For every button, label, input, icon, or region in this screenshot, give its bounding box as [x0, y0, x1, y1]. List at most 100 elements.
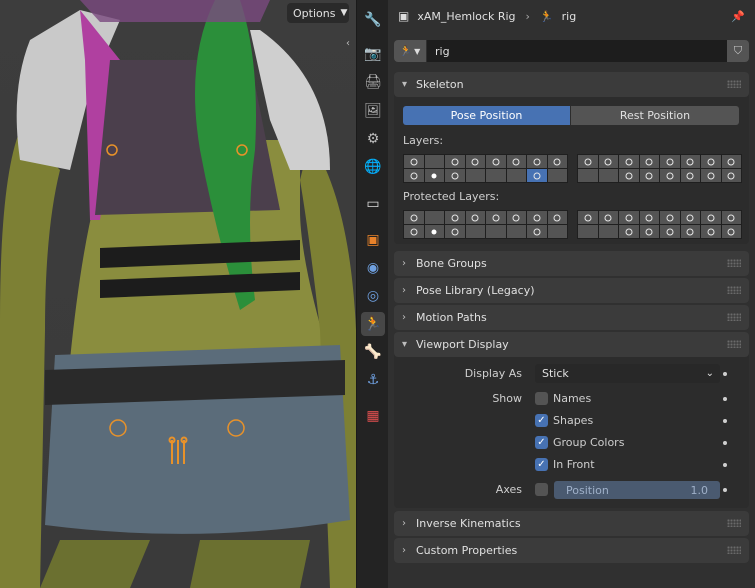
skeleton-panel-header[interactable]: ▾ Skeleton — [394, 72, 749, 97]
layer-cell[interactable] — [547, 225, 567, 238]
layer-cell[interactable] — [660, 169, 680, 182]
texture-tab-icon[interactable]: ▦ — [361, 404, 385, 428]
layer-cell[interactable] — [445, 225, 465, 238]
modifier-tab-icon[interactable]: ◉ — [361, 256, 385, 280]
object-tab-icon[interactable]: ▣ — [361, 228, 385, 252]
layer-cell[interactable] — [486, 169, 506, 182]
chevron-left-icon[interactable]: ‹ — [346, 38, 350, 49]
layer-cell[interactable] — [506, 225, 526, 238]
layer-cell[interactable] — [547, 169, 567, 182]
pin-icon[interactable]: 📌 — [731, 10, 745, 23]
fake-user-shield-icon[interactable]: ⛉ — [727, 40, 749, 62]
layer-cell[interactable] — [547, 155, 567, 168]
pose-library-panel-header[interactable]: › Pose Library (Legacy) — [394, 278, 749, 303]
layer-cell[interactable] — [598, 155, 618, 168]
layer-cell[interactable] — [598, 211, 618, 224]
layer-cell[interactable] — [445, 155, 465, 168]
output-tab-icon[interactable]: 🖨 — [361, 70, 385, 94]
layer-cell[interactable] — [506, 155, 526, 168]
armature-data-tab-icon[interactable]: 🏃 — [361, 312, 385, 336]
layer-cell[interactable] — [680, 155, 700, 168]
layer-cell[interactable] — [465, 169, 485, 182]
options-dropdown[interactable]: Options ▼ — [287, 3, 349, 23]
layer-cell[interactable] — [486, 225, 506, 238]
layer-cell[interactable] — [701, 211, 721, 224]
keyframe-dot-icon[interactable] — [723, 488, 727, 492]
keyframe-dot-icon[interactable] — [723, 441, 727, 445]
names-checkbox[interactable] — [535, 392, 548, 405]
drag-handle-icon[interactable] — [727, 80, 741, 88]
layer-cell[interactable] — [404, 225, 424, 238]
layer-cell[interactable] — [619, 169, 639, 182]
display-as-dropdown[interactable]: Stick ⌄ — [535, 364, 720, 383]
inverse-kinematics-panel-header[interactable]: › Inverse Kinematics — [394, 511, 749, 536]
rest-position-button[interactable]: Rest Position — [571, 106, 739, 125]
layer-cell[interactable] — [680, 169, 700, 182]
layer-cell[interactable] — [721, 155, 741, 168]
layer-cell[interactable] — [465, 155, 485, 168]
scene-tab-icon[interactable]: ⚙ — [361, 127, 385, 151]
layer-cell[interactable] — [578, 225, 598, 238]
layers-grid-right[interactable] — [577, 154, 742, 183]
layer-cell[interactable] — [424, 211, 444, 224]
layer-cell[interactable] — [701, 155, 721, 168]
layer-cell[interactable] — [465, 211, 485, 224]
keyframe-dot-icon[interactable] — [723, 419, 727, 423]
layer-cell[interactable] — [527, 211, 547, 224]
datablock-selector[interactable]: 🏃 ▼ rig ⛉ — [394, 40, 749, 62]
layer-cell[interactable] — [619, 155, 639, 168]
drag-handle-icon[interactable] — [727, 519, 741, 527]
keyframe-dot-icon[interactable] — [723, 372, 727, 376]
axes-position-slider[interactable]: Position 1.0 — [554, 481, 720, 499]
layers-grid-left[interactable] — [403, 154, 568, 183]
world-tab-icon[interactable]: 🌐 — [361, 155, 385, 179]
layer-cell[interactable] — [680, 211, 700, 224]
layer-cell[interactable] — [701, 169, 721, 182]
bone-constraint-tab-icon[interactable]: ⚓ — [361, 368, 385, 392]
drag-handle-icon[interactable] — [727, 546, 741, 554]
layer-cell[interactable] — [445, 211, 465, 224]
3d-viewport[interactable]: Options ▼ ‹ — [0, 0, 356, 588]
layer-cell[interactable] — [701, 225, 721, 238]
keyframe-dot-icon[interactable] — [723, 397, 727, 401]
layer-cell[interactable] — [465, 225, 485, 238]
layer-cell[interactable] — [619, 225, 639, 238]
group-colors-checkbox[interactable]: ✓ — [535, 436, 548, 449]
layer-cell[interactable] — [404, 169, 424, 182]
layer-cell[interactable] — [578, 155, 598, 168]
layer-cell[interactable] — [424, 169, 444, 182]
view-layer-tab-icon[interactable]: 🖼 — [361, 99, 385, 123]
keyframe-dot-icon[interactable] — [723, 463, 727, 467]
protected-layers-grid-right[interactable] — [577, 210, 742, 239]
collection-tab-icon[interactable]: ▭ — [361, 192, 385, 216]
layer-cell[interactable] — [527, 155, 547, 168]
tool-tab-icon[interactable]: 🔧 — [361, 8, 385, 32]
custom-properties-panel-header[interactable]: › Custom Properties — [394, 538, 749, 563]
layer-cell[interactable] — [639, 155, 659, 168]
layer-cell[interactable] — [506, 169, 526, 182]
layer-cell[interactable] — [619, 211, 639, 224]
layer-cell[interactable] — [660, 155, 680, 168]
layer-cell[interactable] — [424, 225, 444, 238]
armature-data-browse[interactable]: 🏃 ▼ — [394, 40, 426, 62]
layer-cell[interactable] — [721, 169, 741, 182]
layer-cell[interactable] — [486, 155, 506, 168]
layer-cell[interactable] — [721, 211, 741, 224]
in-front-checkbox[interactable]: ✓ — [535, 458, 548, 471]
render-tab-icon[interactable]: 📷 — [361, 42, 385, 66]
bone-tab-icon[interactable]: 🦴 — [361, 340, 385, 364]
layer-cell[interactable] — [404, 211, 424, 224]
drag-handle-icon[interactable] — [727, 286, 741, 294]
layer-cell[interactable] — [639, 225, 659, 238]
layer-cell[interactable] — [527, 225, 547, 238]
bone-groups-panel-header[interactable]: › Bone Groups — [394, 251, 749, 276]
drag-handle-icon[interactable] — [727, 259, 741, 267]
layer-cell[interactable] — [639, 169, 659, 182]
drag-handle-icon[interactable] — [727, 313, 741, 321]
layer-cell[interactable] — [547, 211, 567, 224]
layer-cell[interactable] — [486, 211, 506, 224]
layer-cell[interactable] — [639, 211, 659, 224]
layer-cell[interactable] — [660, 211, 680, 224]
layer-cell[interactable] — [680, 225, 700, 238]
axes-checkbox[interactable] — [535, 483, 548, 496]
